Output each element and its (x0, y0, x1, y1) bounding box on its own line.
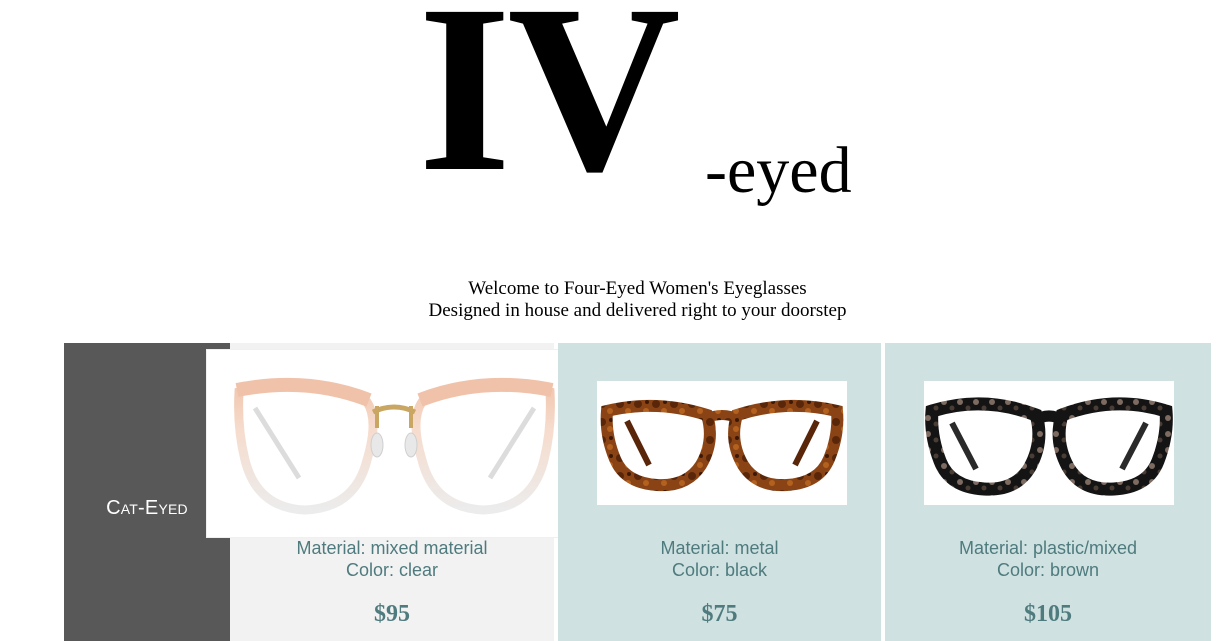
welcome-message: Welcome to Four-Eyed Women's Eyeglasses … (0, 278, 1220, 322)
product-color: Color: black (671, 560, 768, 580)
product-grid: Cat-Eyed Material: mixed material Color:… (64, 343, 1211, 641)
logo-suffix: -eyed (705, 134, 852, 207)
product-card[interactable]: Material: plastic/mixed Color: brown $10… (885, 343, 1211, 641)
product-image-black-tortoise-glasses[interactable] (924, 381, 1174, 505)
tortoise-glasses-icon (600, 399, 844, 492)
product-card[interactable]: Material: metal Color: black $75 (558, 343, 883, 641)
logo-iv: IV (418, 0, 681, 221)
site-logo: IV -eyed (0, 0, 1220, 230)
product-color: Color: clear (345, 560, 439, 580)
product-image-clear-glasses[interactable] (207, 350, 582, 537)
product-price: $105 (1024, 601, 1072, 627)
product-color: Color: brown (996, 560, 1100, 580)
category-panel: Cat-Eyed (64, 343, 230, 641)
category-label: Cat-Eyed (106, 497, 188, 519)
welcome-line-1: Welcome to Four-Eyed Women's Eyeglasses (468, 278, 807, 299)
product-price: $75 (701, 601, 738, 627)
welcome-line-2: Designed in house and delivered right to… (428, 300, 847, 321)
clear-glasses-icon (234, 377, 555, 515)
product-material: Material: mixed material (296, 538, 488, 558)
product-image-tortoise-glasses[interactable] (597, 381, 847, 505)
product-material: Material: plastic/mixed (958, 538, 1138, 558)
product-material: Material: metal (660, 538, 779, 558)
product-price: $95 (374, 601, 410, 627)
black-tortoise-glasses-icon (925, 397, 1173, 496)
product-card[interactable]: Material: mixed material Color: clear $9… (207, 343, 582, 641)
